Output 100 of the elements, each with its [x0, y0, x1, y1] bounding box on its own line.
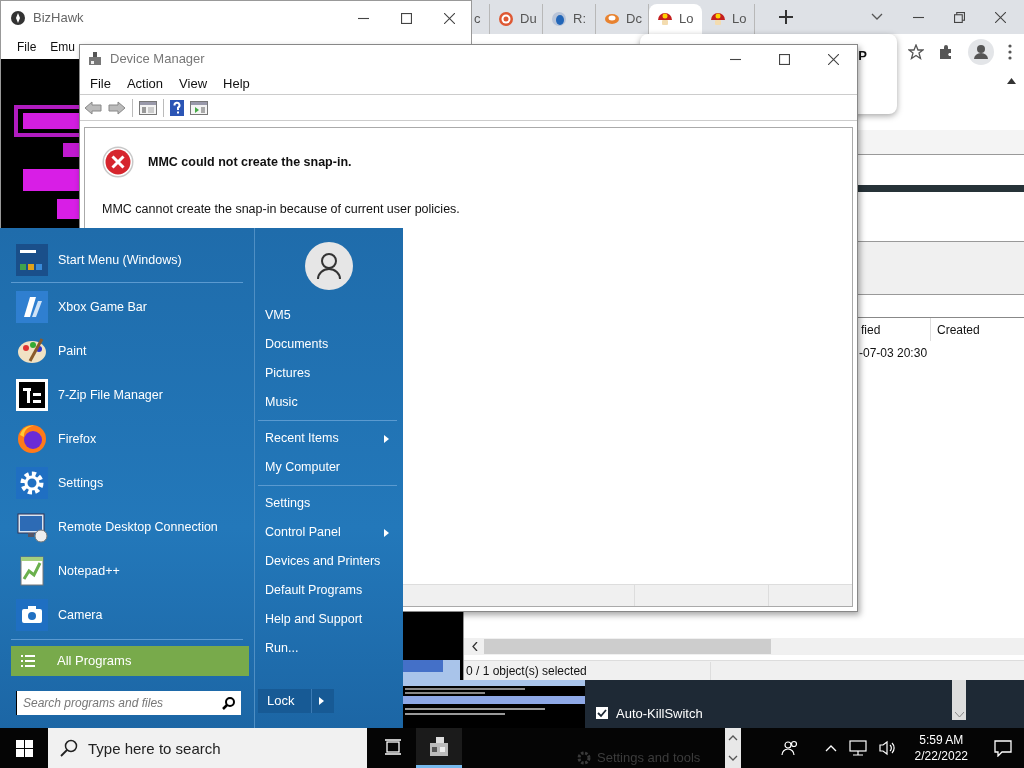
- menu-item[interactable]: Documents: [255, 330, 399, 359]
- scrollbar[interactable]: [952, 680, 966, 720]
- search-icon: [222, 697, 235, 710]
- user-avatar[interactable]: [304, 242, 353, 290]
- program-item[interactable]: Settings: [0, 461, 254, 505]
- menu-item[interactable]: View: [179, 73, 208, 94]
- tile-icon: [16, 244, 48, 276]
- close-icon[interactable]: [995, 11, 1006, 23]
- menu-item[interactable]: Emu: [50, 38, 76, 56]
- app-icon: [11, 11, 25, 25]
- site-icon: [657, 11, 673, 27]
- search-field[interactable]: Type here to search: [48, 728, 367, 768]
- chevron-up-icon[interactable]: [824, 744, 837, 752]
- properties-icon[interactable]: [190, 100, 208, 115]
- menu-item[interactable]: Recent Items: [255, 424, 399, 453]
- browser-tab[interactable]: Du: [490, 4, 543, 34]
- bars-icon: [16, 291, 48, 323]
- maximize-icon[interactable]: [401, 12, 412, 24]
- window-title: Device Manager: [110, 50, 205, 69]
- site-icon: [551, 11, 567, 27]
- console-tree-icon[interactable]: [139, 100, 157, 115]
- menu-item[interactable]: Settings: [255, 489, 399, 518]
- globe-icon: [16, 423, 48, 455]
- browser-tab[interactable]: R:: [543, 4, 596, 34]
- site-icon: [498, 11, 514, 27]
- maximize-icon[interactable]: [779, 53, 790, 65]
- profile-icon[interactable]: [968, 39, 994, 65]
- site-icon: [604, 11, 620, 27]
- notification-icon[interactable]: [994, 739, 1012, 757]
- menu-item[interactable]: Devices and Printers: [255, 547, 399, 576]
- status-text: 0 / 1 object(s) selected: [466, 661, 711, 680]
- menu-item[interactable]: Help and Support: [255, 605, 399, 634]
- camera-icon: [16, 599, 48, 631]
- menu-item[interactable]: Pictures: [255, 359, 399, 388]
- program-item[interactable]: Camera: [0, 593, 254, 637]
- checkbox[interactable]: [596, 707, 608, 720]
- search-field[interactable]: Search programs and files: [16, 691, 241, 715]
- popup-text: P: [858, 47, 867, 62]
- column-header[interactable]: Created: [931, 320, 980, 339]
- search-icon: [60, 739, 78, 757]
- menu-item[interactable]: Control Panel: [255, 518, 399, 547]
- network-icon[interactable]: [848, 740, 867, 756]
- menu-item[interactable]: Default Programs: [255, 576, 399, 605]
- scrollbar-thumb[interactable]: [484, 639, 771, 654]
- scroll-arrows: [725, 728, 742, 768]
- menu-item[interactable]: Run...: [255, 634, 399, 663]
- error-title: MMC could not create the snap-in.: [148, 153, 352, 171]
- close-icon[interactable]: [828, 53, 839, 65]
- help-icon[interactable]: [170, 99, 184, 116]
- program-item[interactable]: Notepad++: [0, 549, 254, 593]
- scroll-left-icon[interactable]: [472, 642, 478, 651]
- error-icon: [102, 146, 134, 178]
- star-icon[interactable]: [908, 44, 924, 60]
- gear-icon: [577, 751, 591, 765]
- tab-search-icon[interactable]: [871, 13, 883, 21]
- checkbox-label: Auto-KillSwitch: [616, 704, 703, 723]
- menu-item[interactable]: VM5: [255, 301, 399, 330]
- menu-item[interactable]: Help: [223, 73, 250, 94]
- submenu-arrow-icon: [384, 528, 389, 537]
- task-view-icon: [384, 738, 402, 755]
- caret-icon: [319, 697, 324, 705]
- program-item[interactable]: Xbox Game Bar: [0, 285, 254, 329]
- submenu-arrow-icon: [384, 434, 389, 443]
- window-title: BizHawk: [33, 9, 84, 28]
- program-item[interactable]: 7-Zip File Manager: [0, 373, 254, 417]
- list-icon: [21, 654, 35, 668]
- scroll-up-icon: [1007, 78, 1016, 84]
- taskbar-app[interactable]: [416, 728, 462, 768]
- printer-icon: [88, 52, 102, 66]
- error-message: MMC cannot create the snap-in because of current user policies.: [101, 201, 461, 218]
- close-icon[interactable]: [444, 12, 455, 24]
- back-arrow-icon[interactable]: [84, 100, 102, 115]
- menu-item[interactable]: Music: [255, 388, 399, 417]
- console-title-drawing: [403, 660, 460, 680]
- menu-item[interactable]: File: [17, 38, 37, 56]
- lock-button[interactable]: Lock: [258, 689, 334, 713]
- new-tab-button[interactable]: [779, 10, 793, 24]
- menu-item[interactable]: My Computer: [255, 453, 399, 482]
- menu-item[interactable]: Action: [126, 73, 164, 94]
- menu-item[interactable]: File: [90, 73, 111, 94]
- gear-icon: [16, 467, 48, 499]
- forward-arrow-icon[interactable]: [108, 100, 126, 115]
- site-icon: [710, 11, 726, 27]
- program-item[interactable]: Remote Desktop Connection: [0, 505, 254, 549]
- volume-icon[interactable]: [878, 740, 897, 756]
- table-cell-text: -07-03 20:30: [859, 344, 928, 362]
- program-item[interactable]: Start Menu (Windows): [0, 240, 254, 280]
- clock[interactable]: 5:59 AM 2/22/2022: [914, 732, 968, 764]
- program-item[interactable]: Firefox: [0, 417, 254, 461]
- restore-icon[interactable]: [954, 11, 965, 23]
- archive-icon: [16, 379, 48, 411]
- puzzle-icon[interactable]: [938, 44, 954, 60]
- windows-logo-icon: [15, 739, 33, 757]
- more-icon[interactable]: [1008, 44, 1012, 60]
- column-header[interactable]: fied: [859, 318, 931, 341]
- browser-tab[interactable]: Lo: [649, 4, 702, 34]
- all-programs-button[interactable]: All Programs: [11, 646, 249, 676]
- program-item[interactable]: Paint: [0, 329, 254, 373]
- app-icon: [428, 735, 450, 758]
- people-icon[interactable]: [780, 740, 799, 756]
